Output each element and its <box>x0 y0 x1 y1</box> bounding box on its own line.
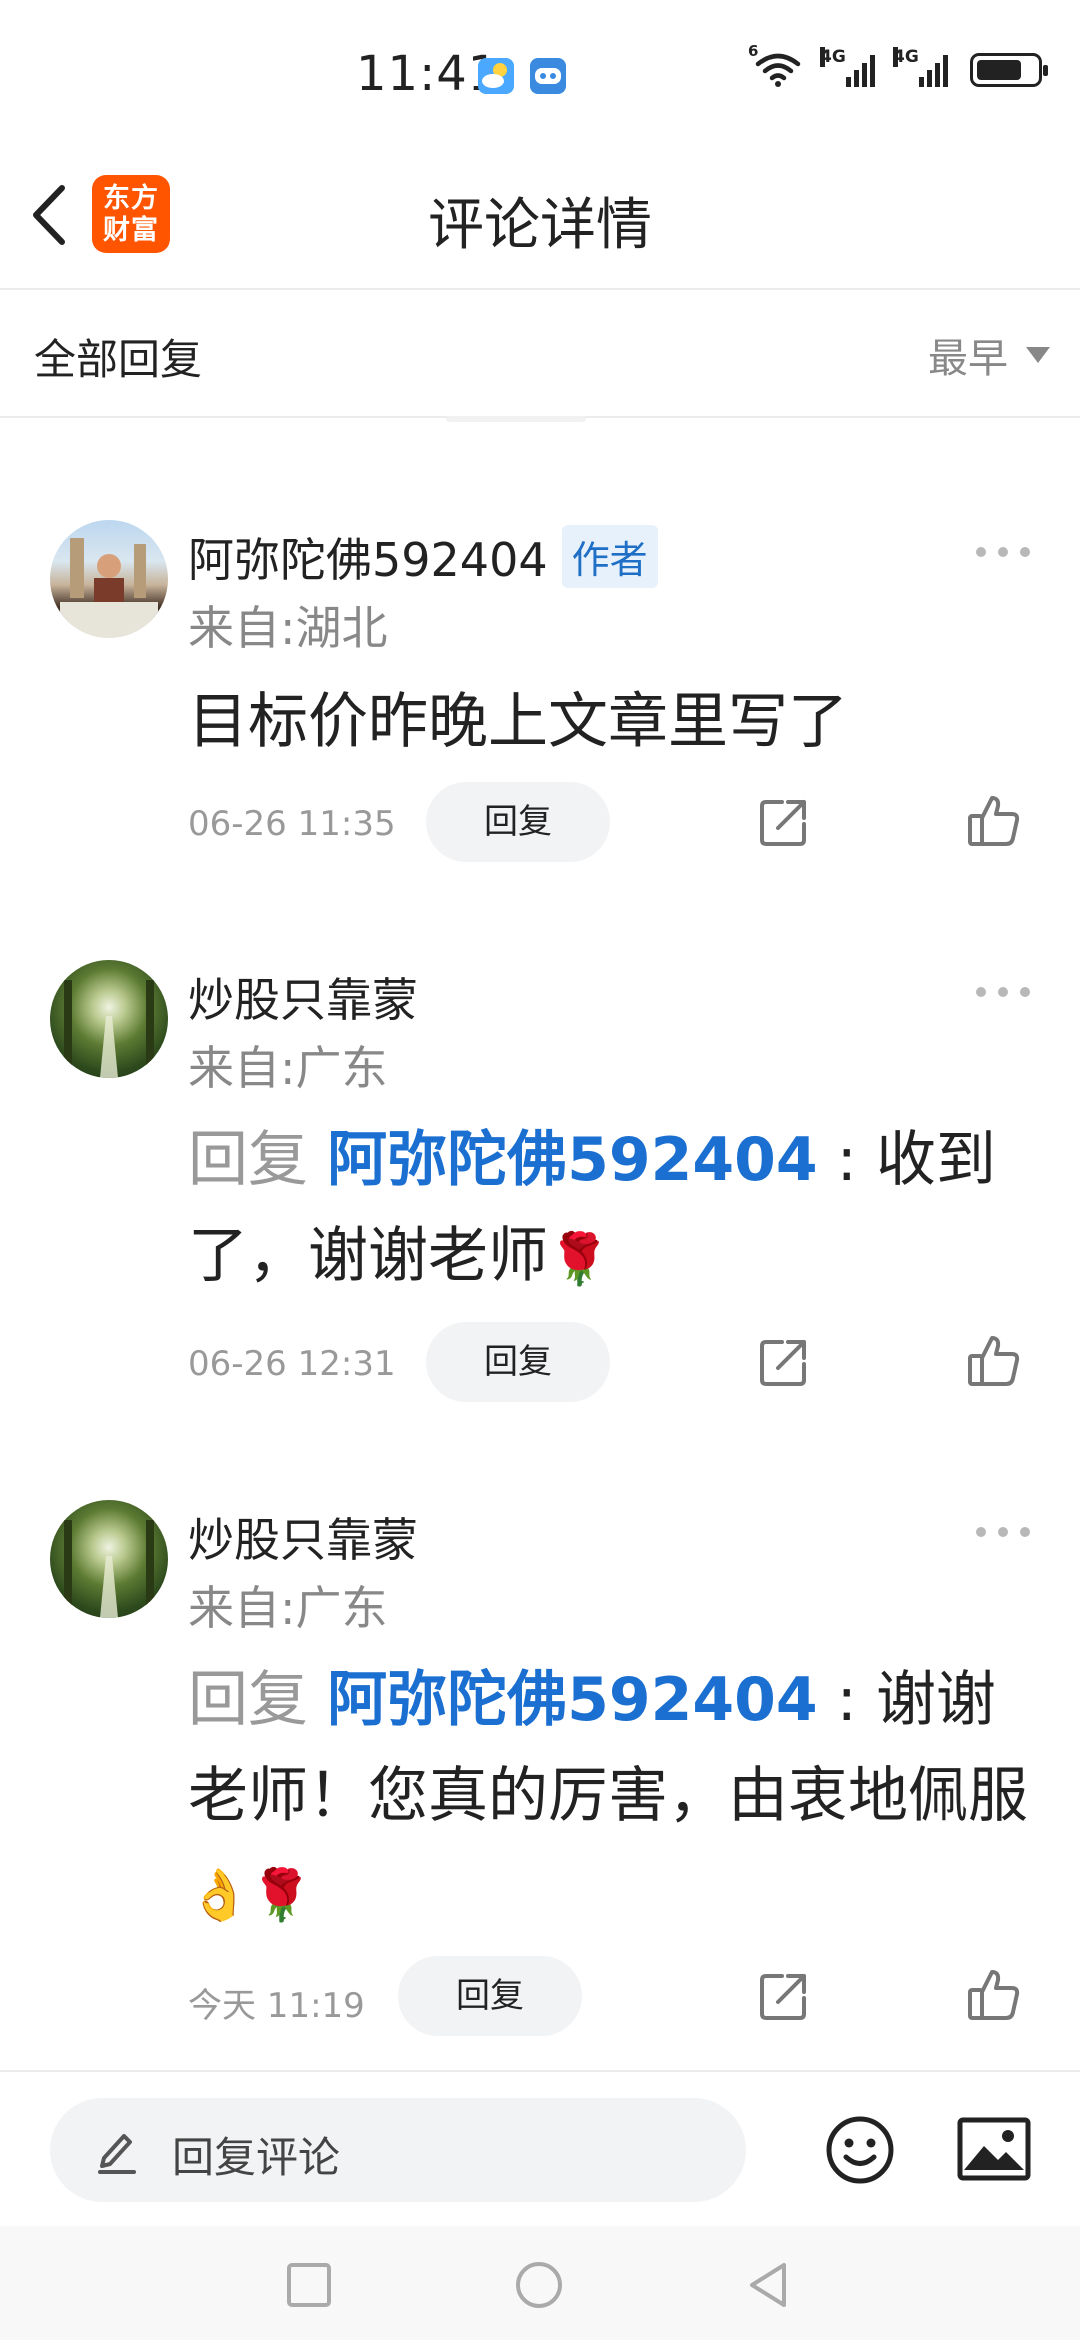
share-button[interactable] <box>756 1334 812 1390</box>
sim2-label: 4G <box>893 47 919 67</box>
page-title: 评论详情 <box>428 193 652 258</box>
dot <box>998 1527 1008 1537</box>
top-nav-header: 东方 财富 评论详情 <box>0 150 1080 290</box>
battery-icon <box>970 53 1048 87</box>
reply-prefix: 回复 <box>188 1665 328 1735</box>
sort-order-dropdown[interactable]: 最早 <box>928 326 1050 384</box>
battery-tip <box>1043 65 1048 76</box>
filter-row: 全部回复 最早 <box>0 290 1080 418</box>
location-label: 来自:广东 <box>188 1581 388 1635</box>
comment-item: 阿弥陀佛592404 作者 来自:湖北 目标价昨晚上文章里写了 06-26 11:… <box>0 420 1080 890</box>
all-replies-label: 全部回复 <box>34 335 203 384</box>
reply-button[interactable]: 回复 <box>426 782 610 862</box>
comment-item: 炒股只靠蒙 来自:广东 回复 阿弥陀佛592404 : 谢谢老师！您真的厉害，由… <box>0 1440 1080 2060</box>
reply-button[interactable]: 回复 <box>426 1322 610 1402</box>
comment-timestamp: 06-26 11:35 <box>188 804 396 844</box>
signal-sim2-icon: 4G <box>893 47 948 87</box>
dot <box>1020 1527 1030 1537</box>
dot <box>998 987 1008 997</box>
home-button[interactable] <box>514 2260 564 2310</box>
square-icon <box>287 2263 331 2307</box>
rose-emoji: 🌹 <box>548 1230 611 1288</box>
comment-item: 炒股只靠蒙 来自:广东 回复 阿弥陀佛592404 : 收到了，谢谢老师🌹 06… <box>0 900 1080 1420</box>
comment-body: 目标价昨晚上文章里写了 <box>188 687 848 757</box>
system-nav-bar <box>0 2226 1080 2340</box>
dot <box>976 1527 986 1537</box>
share-button[interactable] <box>756 1968 812 2024</box>
more-options-button[interactable] <box>976 982 1030 1002</box>
comment-detail-page: 11:41 6 4G 4G 东方 财富 评论详情 全部回复 最早 阿弥陀佛592… <box>0 0 1080 2340</box>
username-text: 炒股只靠蒙 <box>188 973 418 1027</box>
emoji-button[interactable] <box>824 2114 896 2186</box>
comment-text: 目标价昨晚上文章里写了 <box>188 674 1028 770</box>
sort-order-value: 最早 <box>928 336 1008 382</box>
thumbs-up-icon <box>968 1970 1020 2020</box>
reply-comment-input[interactable]: 回复评论 <box>50 2098 746 2202</box>
location-label: 来自:广东 <box>188 1041 388 1095</box>
location-label: 来自:湖北 <box>188 601 388 655</box>
wifi-icon: 6 <box>748 42 804 88</box>
username[interactable]: 炒股只靠蒙 <box>188 1504 418 1570</box>
comment-text: 回复 阿弥陀佛592404 : 收到了，谢谢老师🌹 <box>188 1112 1028 1307</box>
more-options-button[interactable] <box>976 542 1030 562</box>
ok-hand-rose-emojis: 👌🌹 <box>188 1866 313 1924</box>
more-options-button[interactable] <box>976 1522 1030 1542</box>
wifi-label: 6 <box>748 42 759 60</box>
reply-button[interactable]: 回复 <box>398 1956 582 2036</box>
username-text: 炒股只靠蒙 <box>188 1513 418 1567</box>
like-button[interactable] <box>966 792 1022 848</box>
status-bar: 11:41 6 4G 4G <box>0 0 1080 150</box>
image-icon <box>957 2117 1031 2181</box>
share-icon <box>760 1974 806 2020</box>
share-button[interactable] <box>756 794 812 850</box>
username[interactable]: 阿弥陀佛592404 作者 <box>188 524 658 590</box>
share-icon <box>760 800 806 846</box>
image-upload-button[interactable] <box>956 2116 1032 2182</box>
comment-timestamp: 今天 11:19 <box>188 1986 365 2026</box>
thumbs-up-icon <box>968 796 1020 846</box>
dot <box>976 547 986 557</box>
like-button[interactable] <box>966 1332 1022 1388</box>
avatar[interactable] <box>50 1500 168 1618</box>
reply-prefix: 回复 <box>188 1125 328 1195</box>
sim1-label: 4G <box>820 47 846 67</box>
back-nav-button[interactable] <box>744 2260 794 2310</box>
signal-sim1-icon: 4G <box>820 47 875 87</box>
reply-input-placeholder: 回复评论 <box>172 2133 341 2182</box>
username[interactable]: 炒股只靠蒙 <box>188 964 418 1030</box>
triangle-back-icon <box>750 2263 786 2307</box>
dot <box>1020 547 1030 557</box>
comment-text: 回复 阿弥陀佛592404 : 谢谢老师！您真的厉害，由衷地佩服👌🌹 <box>188 1652 1028 1943</box>
pencil-icon <box>98 2134 136 2174</box>
like-button[interactable] <box>966 1966 1022 2022</box>
recent-apps-button[interactable] <box>284 2260 334 2310</box>
mentioned-user[interactable]: 阿弥陀佛592404 <box>327 1665 818 1735</box>
caret-down-icon <box>1026 347 1050 363</box>
battery-level <box>977 60 1021 80</box>
mentioned-user[interactable]: 阿弥陀佛592404 <box>327 1125 818 1195</box>
smiley-face-icon <box>826 2116 894 2184</box>
dot <box>976 987 986 997</box>
circle-icon <box>516 2262 562 2308</box>
status-icons: 6 4G 4G <box>748 42 1048 88</box>
reply-composer-bar: 回复评论 <box>0 2070 1080 2228</box>
game-controller-icon <box>530 58 566 94</box>
comment-timestamp: 06-26 12:31 <box>188 1344 396 1384</box>
weather-icon <box>478 58 514 94</box>
thumbs-up-icon <box>968 1336 1020 1386</box>
avatar[interactable] <box>50 960 168 1078</box>
dot <box>1020 987 1030 997</box>
username-text: 阿弥陀佛592404 <box>188 533 548 587</box>
dot <box>998 547 1008 557</box>
share-icon <box>760 1340 806 1386</box>
author-badge: 作者 <box>561 525 658 588</box>
avatar[interactable] <box>50 520 168 638</box>
